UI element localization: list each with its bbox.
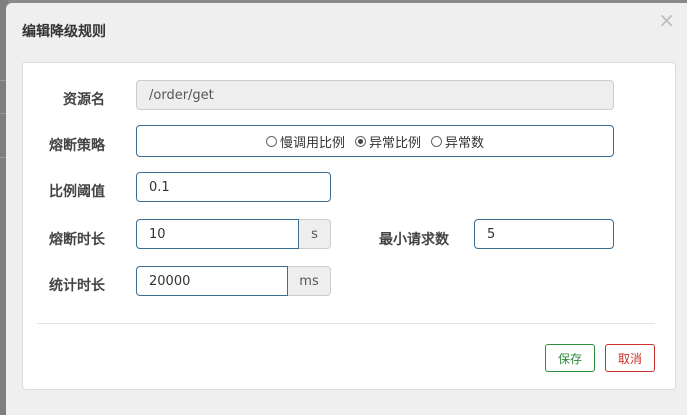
strategy-option-label: 异常数	[445, 135, 485, 151]
save-button[interactable]: 保存	[545, 344, 595, 372]
resource-label: 资源名	[63, 92, 105, 108]
dialog-title: 编辑降级规则	[22, 24, 106, 40]
min-requests-label: 最小请求数	[379, 232, 449, 248]
break-duration-unit: s	[299, 219, 331, 249]
strategy-option-error-count[interactable]: 异常数	[431, 132, 484, 151]
strategy-option-label: 异常比例	[368, 135, 421, 151]
break-duration-label: 熔断时长	[49, 232, 105, 248]
strategy-label: 熔断策略	[49, 138, 105, 154]
strategy-option-error-ratio[interactable]: 异常比例	[354, 132, 421, 151]
ratio-threshold-input[interactable]: 0.1	[136, 172, 331, 202]
stat-duration-label: 统计时长	[49, 278, 105, 294]
cancel-button[interactable]: 取消	[605, 344, 655, 372]
ratio-threshold-label: 比例阈值	[49, 184, 105, 200]
stat-duration-unit: ms	[288, 266, 331, 296]
strategy-option-label: 慢调用比例	[279, 135, 345, 151]
stat-duration-input[interactable]: 20000	[136, 266, 288, 296]
break-duration-input[interactable]: 10	[136, 219, 299, 249]
close-icon[interactable]: ×	[658, 10, 675, 30]
radio-unchecked-icon[interactable]	[265, 135, 277, 147]
radio-checked-icon[interactable]	[354, 135, 366, 147]
footer-divider	[37, 323, 655, 324]
min-requests-input[interactable]: 5	[474, 219, 614, 249]
strategy-radio-group: 慢调用比例 异常比例 异常数	[136, 125, 614, 157]
strategy-option-slow-ratio[interactable]: 慢调用比例	[265, 132, 345, 151]
resource-input[interactable]: /order/get	[136, 80, 614, 110]
edit-degrade-rule-dialog: 编辑降级规则 × 资源名 /order/get 熔断策略 慢调用比例 异常比例 …	[6, 3, 687, 415]
radio-unchecked-icon[interactable]	[431, 135, 442, 147]
form-panel: 资源名 /order/get 熔断策略 慢调用比例 异常比例 异常数 比例阈值 …	[22, 62, 676, 390]
